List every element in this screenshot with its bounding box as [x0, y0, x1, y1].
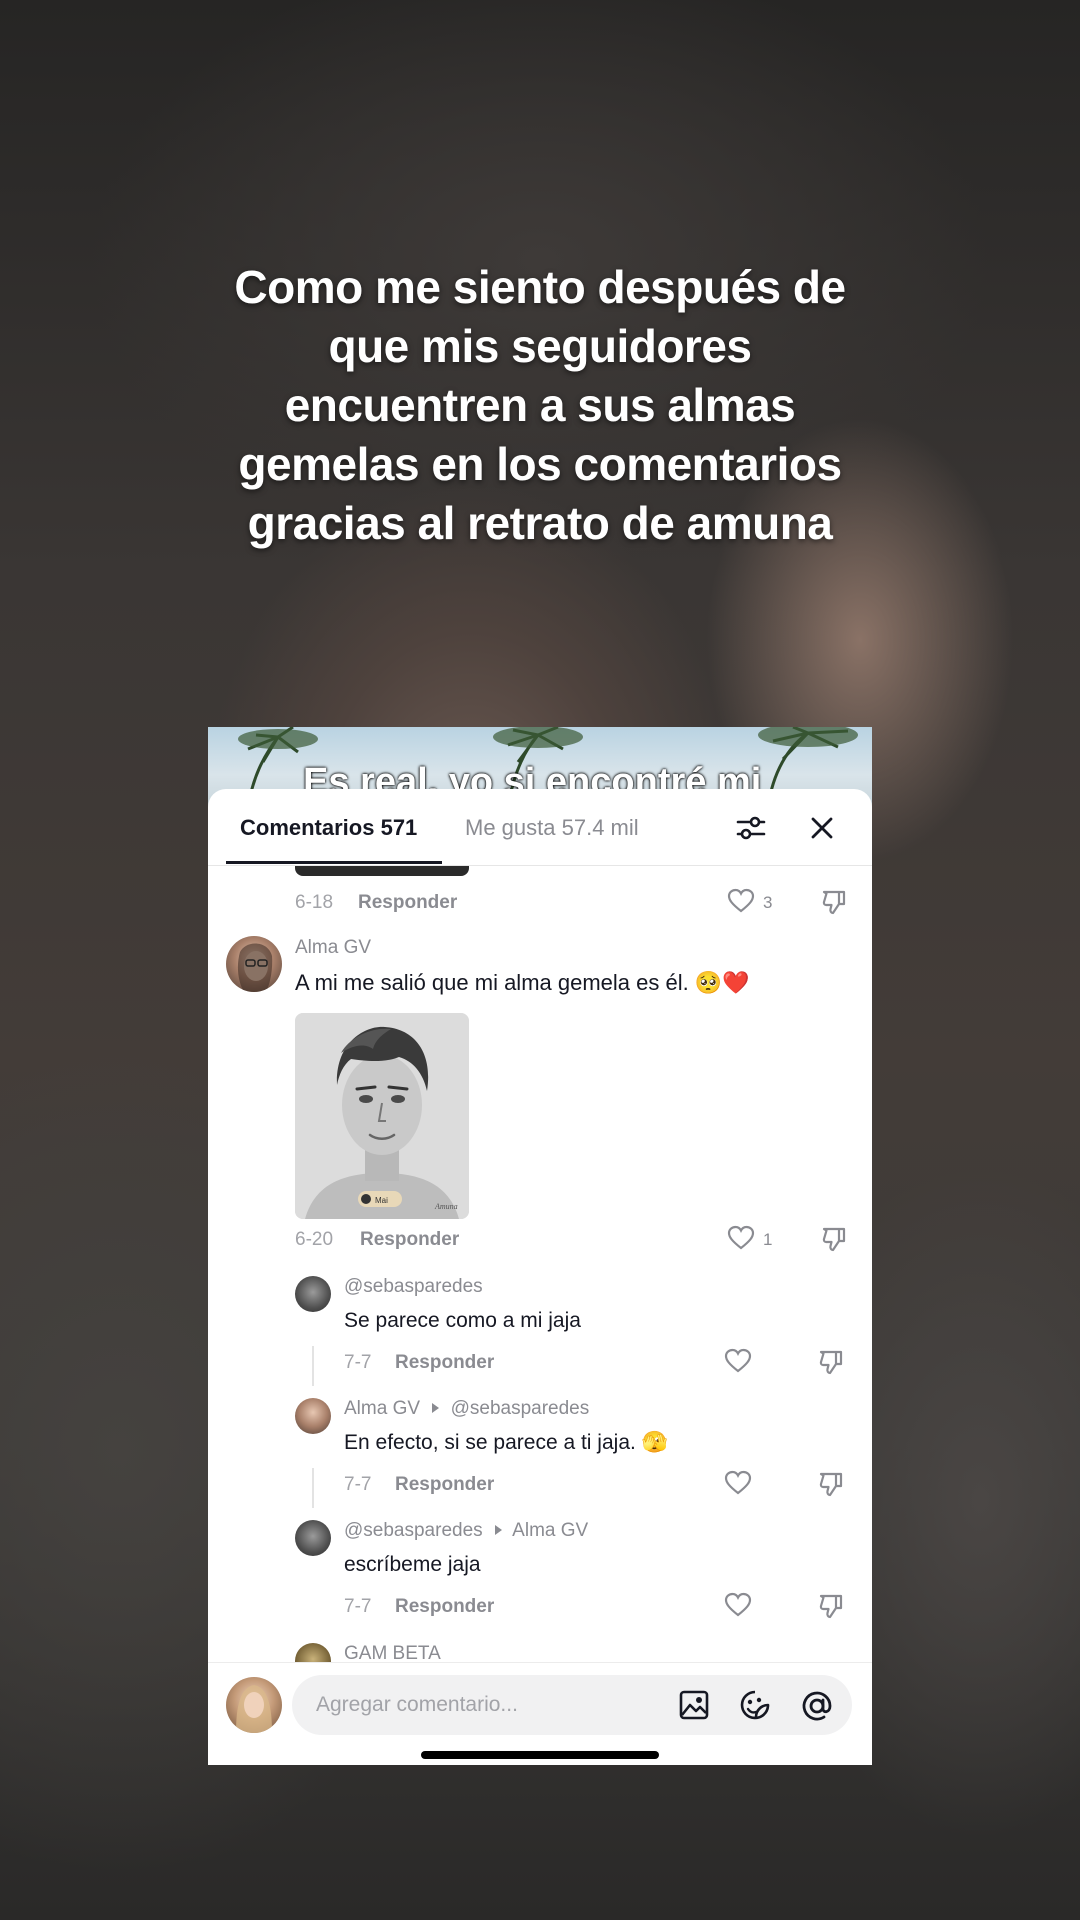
avatar[interactable]: [226, 936, 282, 992]
reply-username[interactable]: @sebasparedes: [344, 1276, 483, 1298]
active-tab-indicator: [226, 861, 442, 864]
reply-username[interactable]: @sebasparedes: [344, 1520, 483, 1541]
avatar[interactable]: [295, 1276, 331, 1312]
comment-text: A mi me salió que mi alma gemela es él. …: [295, 970, 750, 996]
heart-icon[interactable]: [727, 1225, 755, 1251]
reply-header: @sebasparedes Alma GV: [344, 1520, 588, 1542]
home-indicator: [421, 1751, 659, 1759]
reply-text: escríbeme jaja: [344, 1553, 481, 1576]
comment-input[interactable]: [316, 1675, 646, 1735]
reply-date: 7-7: [344, 1352, 372, 1373]
avatar-portrait: [236, 1685, 272, 1733]
reply-arrow-icon: [494, 1525, 502, 1535]
reply-button[interactable]: Responder: [395, 1596, 494, 1618]
heart-icon[interactable]: [724, 1592, 752, 1618]
heart-icon[interactable]: [724, 1348, 752, 1374]
comment-emojis: 🥺❤️: [694, 970, 750, 995]
comments-panel: Comentarios 571 Me gusta 57.4 mil 6-18 R…: [208, 789, 872, 1765]
tab-comments[interactable]: Comentarios 571: [240, 815, 417, 841]
like-count: 1: [763, 1230, 773, 1249]
avatar[interactable]: [295, 1398, 331, 1434]
heart-icon[interactable]: [724, 1470, 752, 1496]
avatar[interactable]: [295, 1520, 331, 1556]
caption-line: encuentren a sus almas: [284, 379, 796, 431]
thumbs-down-icon[interactable]: [820, 888, 848, 916]
reply-to-username[interactable]: Alma GV: [512, 1520, 588, 1541]
embedded-comments-screenshot: Es real, yo si encontré mi Comentarios 5…: [208, 727, 872, 1765]
avatar-portrait: [237, 943, 273, 992]
reply-to-username[interactable]: @sebasparedes: [451, 1398, 590, 1419]
sticker-icon[interactable]: [739, 1689, 771, 1721]
mention-icon[interactable]: [800, 1689, 834, 1723]
reply-arrow-icon: [432, 1403, 440, 1413]
comment-input-bar: [208, 1662, 872, 1765]
caption-line: que mis seguidores: [328, 320, 752, 372]
reply-text: Se parece como a mi jaja: [344, 1309, 581, 1332]
comment-username[interactable]: Alma GV: [295, 937, 371, 959]
thumbs-down-icon[interactable]: [817, 1470, 845, 1498]
my-avatar[interactable]: [226, 1677, 282, 1733]
reply-button[interactable]: Responder: [360, 1229, 459, 1251]
comment-date: 6-20: [295, 1229, 334, 1250]
image-badge-text: Mai: [375, 1196, 388, 1205]
reply-meta: 7-7 Responder: [208, 1470, 872, 1500]
comments-tabs: Comentarios 571 Me gusta 57.4 mil: [208, 789, 872, 866]
sliders-icon[interactable]: [735, 813, 767, 843]
thumbs-down-icon[interactable]: [820, 1225, 848, 1253]
reply-meta: 7-7 Responder: [208, 1348, 872, 1378]
video-caption-overlay: Como me siento después de que mis seguid…: [140, 258, 940, 553]
comment-text-body: A mi me salió que mi alma gemela es él.: [295, 970, 689, 995]
prev-comment-meta: 6-18 Responder 3: [208, 888, 872, 918]
comment-input-container: [292, 1675, 852, 1735]
reply-button[interactable]: Responder: [395, 1474, 494, 1496]
avatar[interactable]: [295, 1643, 331, 1662]
next-comment-username[interactable]: GAM BETA: [344, 1643, 441, 1662]
image-signature: Amuna: [434, 1202, 458, 1211]
comment-date: 6-18: [295, 892, 334, 913]
reply-date: 7-7: [344, 1596, 372, 1617]
caption-line: Como me siento después de: [234, 261, 846, 313]
comments-list[interactable]: 6-18 Responder 3 Alma GV A mi me salió q…: [208, 866, 872, 1662]
tab-likes[interactable]: Me gusta 57.4 mil: [465, 815, 639, 841]
reply-date: 7-7: [344, 1474, 372, 1495]
image-icon[interactable]: [678, 1689, 710, 1721]
reply-username[interactable]: Alma GV: [344, 1398, 420, 1419]
close-icon[interactable]: [808, 814, 836, 842]
heart-icon[interactable]: [727, 888, 755, 914]
pencil-portrait-illustration: Mai Amuna: [295, 1013, 469, 1219]
like-count: 3: [763, 893, 773, 912]
thumbs-down-icon[interactable]: [817, 1348, 845, 1376]
comment-meta: 6-20 Responder 1: [208, 1225, 872, 1255]
prev-comment-image: [295, 866, 469, 876]
caption-line: gracias al retrato de amuna: [247, 497, 833, 549]
reply-button[interactable]: Responder: [395, 1352, 494, 1374]
thumbs-down-icon[interactable]: [817, 1592, 845, 1620]
reply-header: Alma GV @sebasparedes: [344, 1398, 589, 1420]
caption-line: gemelas en los comentarios: [238, 438, 842, 490]
reply-button[interactable]: Responder: [358, 892, 457, 914]
reply-meta: 7-7 Responder: [208, 1592, 872, 1622]
comment-image-portrait[interactable]: Mai Amuna: [295, 1013, 469, 1219]
reply-text: En efecto, si se parece a ti jaja. 🫣: [344, 1431, 668, 1454]
